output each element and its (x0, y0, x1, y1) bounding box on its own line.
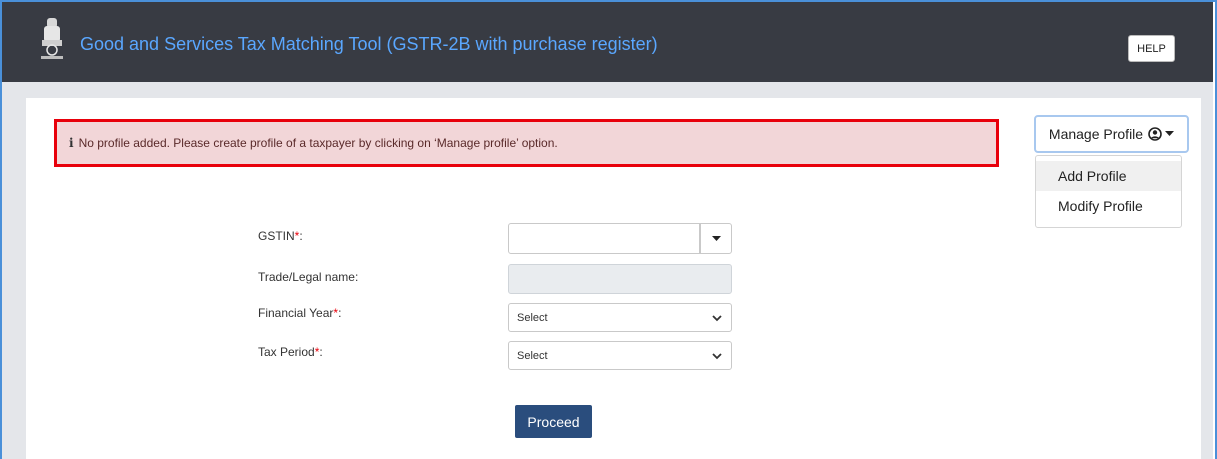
menu-item-modify-profile[interactable]: Modify Profile (1036, 191, 1181, 221)
trade-name-field (508, 264, 732, 294)
tax-period-label-text: Tax Period (258, 345, 315, 359)
info-icon: i (69, 136, 74, 150)
gstin-dropdown-toggle[interactable] (700, 223, 732, 254)
gstin-label: GSTIN*: (258, 229, 303, 243)
no-profile-alert: i No profile added. Please create profil… (54, 119, 999, 167)
tax-period-label: Tax Period*: (258, 345, 323, 359)
page-gutter-right (1201, 98, 1213, 459)
financial-year-select[interactable]: Select (508, 303, 732, 332)
financial-year-selected: Select (517, 311, 548, 324)
tax-period-select[interactable]: Select (508, 341, 732, 370)
gstin-label-text: GSTIN (258, 229, 295, 243)
label-suffix: : (299, 229, 303, 243)
tax-period-selected: Select (517, 349, 548, 362)
help-button[interactable]: HELP (1128, 35, 1175, 62)
user-circle-icon (1148, 127, 1162, 141)
financial-year-label-text: Financial Year (258, 306, 334, 320)
app-header: Good and Services Tax Matching Tool (GST… (2, 2, 1213, 82)
trade-name-label: Trade/Legal name: (258, 270, 359, 284)
label-suffix: : (338, 306, 342, 320)
menu-item-add-profile[interactable]: Add Profile (1036, 161, 1181, 191)
gstin-input[interactable] (508, 223, 700, 254)
national-emblem-icon (41, 18, 63, 59)
caret-down-icon (711, 235, 721, 241)
alert-message: No profile added. Please create profile … (78, 136, 558, 150)
label-suffix: : (319, 345, 323, 359)
caret-down-icon (1165, 131, 1175, 136)
manage-profile-label: Manage Profile (1048, 126, 1144, 142)
profile-dropdown-menu: Add Profile Modify Profile (1035, 155, 1182, 228)
chevron-down-icon (712, 353, 722, 360)
chevron-down-icon (712, 315, 722, 322)
financial-year-label: Financial Year*: (258, 306, 341, 320)
manage-profile-button[interactable]: Manage Profile (1034, 115, 1189, 153)
proceed-button[interactable]: Proceed (515, 405, 592, 438)
page-gutter-left (2, 98, 26, 459)
app-title: Good and Services Tax Matching Tool (GST… (80, 34, 658, 54)
page-background-band (2, 82, 1213, 98)
